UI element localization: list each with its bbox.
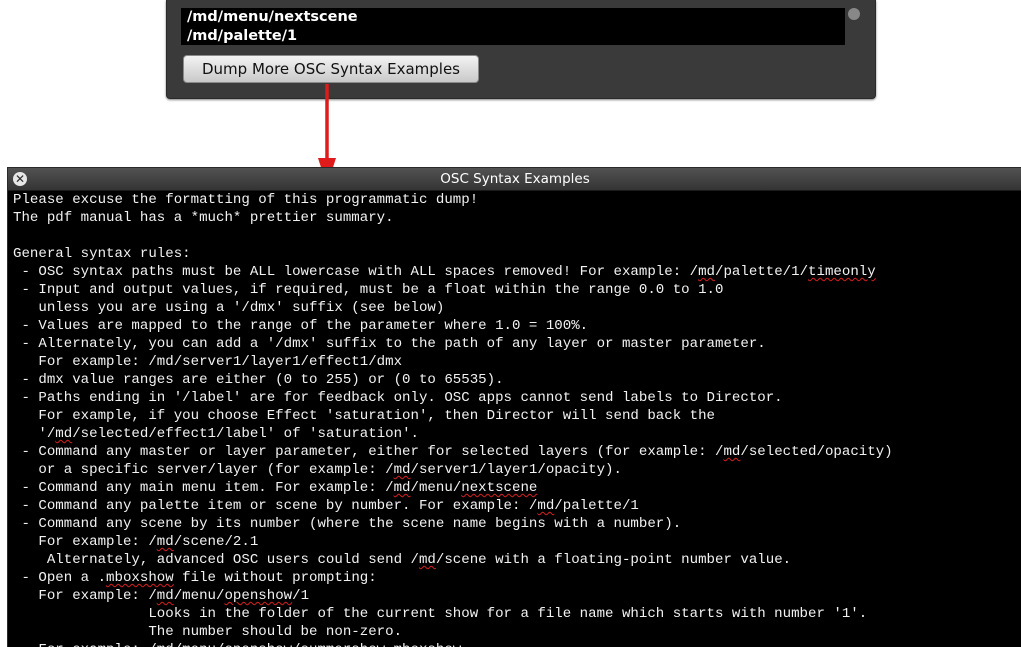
text-line: - dmx value ranges are either (0 to 255)… xyxy=(13,371,1018,389)
text-line: For example: /md/menu/openshow/summersho… xyxy=(13,641,1018,647)
text-line: unless you are using a '/dmx' suffix (se… xyxy=(13,299,1018,317)
text-segment: For example, if you choose Effect 'satur… xyxy=(13,408,715,424)
text-segment: /menu/ xyxy=(173,588,225,604)
text-segment: - Values are mapped to the range of the … xyxy=(13,318,589,334)
spellcheck-word: mboxshow xyxy=(106,570,174,586)
text-segment: /selected/effect1/label' of 'saturation'… xyxy=(72,426,419,442)
spellcheck-word: md xyxy=(55,426,73,442)
text-segment: - Command any scene by its number (where… xyxy=(13,516,682,532)
text-line: For example: /md/server1/layer1/effect1/… xyxy=(13,353,1018,371)
text-line xyxy=(13,227,1018,245)
text-segment: '/ xyxy=(13,426,56,442)
text-segment: For example: /md/server1/layer1/effect1/… xyxy=(13,354,403,370)
text-segment: or a specific server/layer (for example:… xyxy=(13,462,394,478)
text-segment: Alternately, advanced OSC users could se… xyxy=(13,552,419,568)
text-line: - Command any main menu item. For exampl… xyxy=(13,479,1018,497)
spellcheck-word: md xyxy=(393,480,411,496)
text-line: The number should be non-zero. xyxy=(13,623,1018,641)
spellcheck-word: openshow xyxy=(224,588,293,604)
text-segment: unless you are using a '/dmx' suffix (se… xyxy=(13,300,445,316)
text-segment: For example: /md/menu/openshow/summersho… xyxy=(13,642,461,647)
text-segment: - Command any palette item or scene by n… xyxy=(13,498,538,514)
text-line: - Values are mapped to the range of the … xyxy=(13,317,1018,335)
text-segment: For example: / xyxy=(13,588,157,604)
text-segment: General syntax rules: xyxy=(13,246,191,262)
spellcheck-word: md xyxy=(537,498,555,514)
list-item[interactable]: /md/menu/nextscene xyxy=(187,8,845,27)
text-segment: Looks in the folder of the current show … xyxy=(13,606,868,622)
text-segment: /palette/1/ xyxy=(715,264,809,280)
spellcheck-word: nextscene xyxy=(461,480,538,496)
osc-examples-text: Please excuse the formatting of this pro… xyxy=(13,191,1018,647)
spellcheck-word: md xyxy=(156,534,174,550)
text-segment: /menu/ xyxy=(410,480,462,496)
text-line: - Command any master or layer parameter,… xyxy=(13,443,1018,461)
text-segment: /1 xyxy=(292,588,310,604)
text-segment: file without prompting: xyxy=(173,570,377,586)
text-line: - OSC syntax paths must be ALL lowercase… xyxy=(13,263,1018,281)
text-segment: /server1/layer1/opacity). xyxy=(410,462,622,478)
text-line: Alternately, advanced OSC users could se… xyxy=(13,551,1018,569)
text-segment: - OSC syntax paths must be ALL lowercase… xyxy=(13,264,699,280)
spellcheck-word: md xyxy=(723,444,741,460)
list-item[interactable]: /md/palette/1 xyxy=(187,27,845,45)
text-line: '/md/selected/effect1/label' of 'saturat… xyxy=(13,425,1018,443)
spellcheck-word: md xyxy=(418,552,436,568)
window-title-bar[interactable]: ✕ OSC Syntax Examples xyxy=(8,168,1021,191)
text-line: - Open a .mboxshow file without promptin… xyxy=(13,569,1018,587)
text-line: For example: /md/scene/2.1 xyxy=(13,533,1018,551)
text-segment: - Alternately, you can add a '/dmx' suff… xyxy=(13,336,766,352)
text-line: Please excuse the formatting of this pro… xyxy=(13,191,1018,209)
text-line: General syntax rules: xyxy=(13,245,1018,263)
text-segment: - Input and output values, if required, … xyxy=(13,282,724,298)
text-line: Looks in the folder of the current show … xyxy=(13,605,1018,623)
text-line: For example, if you choose Effect 'satur… xyxy=(13,407,1018,425)
text-segment: For example: / xyxy=(13,534,157,550)
osc-path-list[interactable]: /md/menu/nextscene /md/palette/1 xyxy=(181,8,845,45)
scrollbar-thumb[interactable] xyxy=(848,8,860,20)
text-segment: The pdf manual has a *much* prettier sum… xyxy=(13,210,394,226)
text-line: or a specific server/layer (for example:… xyxy=(13,461,1018,479)
text-line: - Command any palette item or scene by n… xyxy=(13,497,1018,515)
text-segment: The number should be non-zero. xyxy=(13,624,403,640)
dump-more-osc-examples-button[interactable]: Dump More OSC Syntax Examples xyxy=(183,55,479,83)
text-segment: - Command any main menu item. For exampl… xyxy=(13,480,394,496)
spellcheck-word: md xyxy=(156,588,174,604)
text-line: For example: /md/menu/openshow/1 xyxy=(13,587,1018,605)
text-segment: /selected/opacity) xyxy=(740,444,893,460)
top-osc-panel: /md/menu/nextscene /md/palette/1 Dump Mo… xyxy=(166,0,876,99)
window-title: OSC Syntax Examples xyxy=(440,171,590,187)
text-line: - Alternately, you can add a '/dmx' suff… xyxy=(13,335,1018,353)
text-segment: - Paths ending in '/label' are for feedb… xyxy=(13,390,783,406)
text-segment: - Open a . xyxy=(13,570,107,586)
text-line: - Command any scene by its number (where… xyxy=(13,515,1018,533)
spellcheck-word: md xyxy=(393,462,411,478)
text-segment: - Command any master or layer parameter,… xyxy=(13,444,724,460)
text-segment: /palette/1 xyxy=(554,498,639,514)
text-segment: - dmx value ranges are either (0 to 255)… xyxy=(13,372,504,388)
text-segment: Please excuse the formatting of this pro… xyxy=(13,192,479,208)
text-line: - Paths ending in '/label' are for feedb… xyxy=(13,389,1018,407)
osc-syntax-window: ✕ OSC Syntax Examples Please excuse the … xyxy=(7,167,1021,647)
spellcheck-word: timeonly xyxy=(808,264,876,280)
text-segment: /scene/2.1 xyxy=(173,534,259,550)
text-segment: /scene with a floating-point number valu… xyxy=(435,552,792,568)
text-line: The pdf manual has a *much* prettier sum… xyxy=(13,209,1018,227)
spellcheck-word: md xyxy=(698,264,715,280)
text-line: - Input and output values, if required, … xyxy=(13,281,1018,299)
